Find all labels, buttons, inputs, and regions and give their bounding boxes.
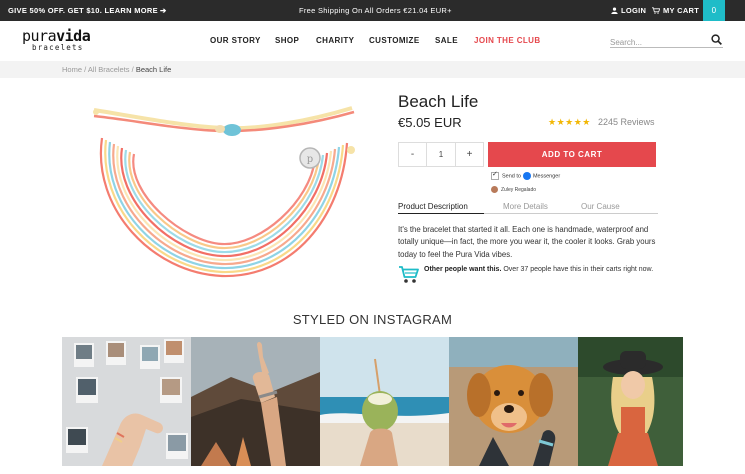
nav-charity[interactable]: CHARITY (316, 36, 354, 45)
search-input[interactable] (610, 35, 705, 47)
logo-wordmark: puravida (22, 27, 91, 45)
product-title: Beach Life (398, 92, 479, 111)
logo-subtitle: bracelets (32, 43, 84, 52)
social-proof: Other people want this. Over 37 people h… (398, 264, 660, 284)
nav-our-story[interactable]: OUR STORY (210, 36, 261, 45)
instagram-photo[interactable] (320, 337, 449, 466)
send-to-messenger[interactable]: Send to Messenger (491, 170, 561, 182)
add-to-cart-button[interactable]: ADD TO CART (488, 142, 656, 167)
tab-more-details[interactable]: More Details (503, 202, 548, 211)
promo-bar: GIVE 50% OFF. GET $10. LEARN MORE ➔ Free … (0, 0, 745, 21)
instagram-photo[interactable] (449, 337, 578, 466)
instagram-gallery (62, 337, 683, 466)
nav-join-the-club[interactable]: JOIN THE CLUB (474, 36, 541, 45)
qty-decrease-button[interactable]: - (399, 143, 427, 166)
login-label: LOGIN (621, 6, 647, 15)
instagram-heading: STYLED ON INSTAGRAM (292, 312, 453, 327)
promo-text: GIVE 50% OFF. GET $10. LEARN MORE (8, 6, 158, 15)
quantity-stepper: - 1 + (398, 142, 484, 167)
avatar (491, 186, 498, 193)
search-icon[interactable] (711, 34, 722, 45)
login-link[interactable]: LOGIN (611, 6, 646, 15)
search-box (610, 32, 723, 48)
instagram-photo[interactable] (62, 337, 191, 466)
qty-increase-button[interactable]: + (455, 143, 483, 166)
instagram-photo[interactable] (191, 337, 320, 466)
send-to-label: Send to (502, 173, 521, 180)
nav-shop[interactable]: SHOP (275, 36, 299, 45)
product-price: €5.05 EUR (398, 115, 462, 130)
messenger-icon (522, 172, 531, 180)
rating-stars[interactable]: ★★★★★ (548, 117, 591, 128)
qty-input[interactable]: 1 (427, 143, 455, 166)
social-proof-text: Other people want this. Over 37 people h… (424, 266, 654, 273)
checkbox-icon[interactable] (491, 170, 499, 180)
messenger-label: Messenger (532, 173, 561, 180)
arrow-right-icon: ➔ (159, 6, 167, 15)
breadcrumb-category[interactable]: All Bracelets (88, 65, 130, 74)
nav-sale[interactable]: SALE (435, 36, 458, 45)
product-description: It's the bracelet that started it all. E… (398, 225, 656, 259)
promo-link[interactable]: GIVE 50% OFF. GET $10. LEARN MORE ➔ (8, 6, 167, 15)
breadcrumb: Home / All Bracelets / Beach Life (62, 65, 171, 74)
product-image[interactable]: p (72, 88, 372, 303)
product-tabs: Product Description More Details Our Cau… (398, 202, 658, 214)
breadcrumb-home[interactable]: Home (62, 65, 82, 74)
instagram-photo[interactable] (578, 337, 683, 466)
breadcrumb-bar: Home / All Bracelets / Beach Life (0, 61, 745, 78)
logo[interactable]: puravida bracelets (22, 29, 94, 53)
messenger-user: Zuley Regalado (491, 186, 536, 193)
cart-count-badge[interactable]: 0 (703, 0, 725, 21)
nav-customize[interactable]: CUSTOMIZE (369, 36, 420, 45)
cart-label: MY CART (663, 6, 700, 15)
user-name: Zuley Regalado (501, 186, 537, 193)
shopping-cart-icon (399, 266, 419, 283)
user-icon (611, 7, 618, 14)
tab-our-cause[interactable]: Our Cause (581, 202, 620, 211)
tab-product-description[interactable]: Product Description (398, 202, 484, 214)
reviews-link[interactable]: 2245 Reviews (598, 117, 655, 127)
cart-link[interactable]: MY CART (652, 6, 699, 15)
cart-icon (652, 7, 661, 14)
shipping-notice: Free Shipping On All Orders €21.04 EUR+ (299, 6, 452, 15)
site-header: puravida bracelets OUR STORY SHOP CHARIT… (0, 21, 745, 61)
svg-text:p: p (307, 154, 313, 165)
breadcrumb-current: Beach Life (135, 65, 172, 74)
